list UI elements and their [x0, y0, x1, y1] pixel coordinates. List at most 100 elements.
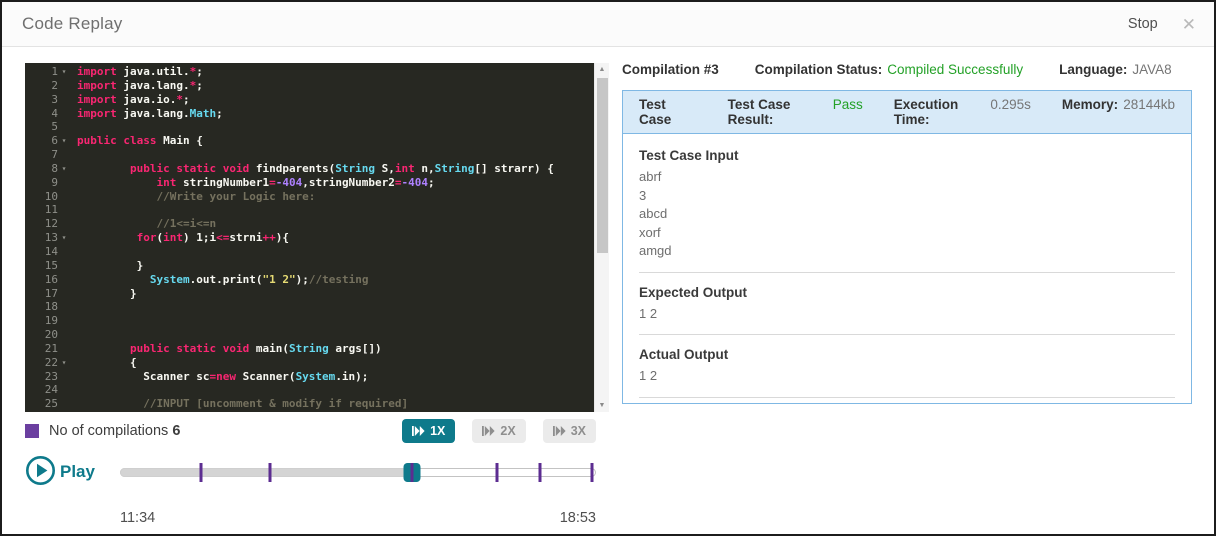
code-text: import java.util.*; — [77, 65, 203, 78]
line-number: 8 — [51, 161, 58, 175]
line-number: 2 — [51, 78, 58, 92]
code-text: //INPUT [uncomment & modify if required] — [143, 397, 409, 411]
line-number: 5 — [51, 120, 58, 134]
playback-speed-group: 1X 2X 3X — [402, 419, 596, 443]
code-line[interactable]: 8 ▾ public static void findparents(String… — [25, 162, 594, 176]
code-line[interactable]: 15 } — [25, 259, 594, 273]
start-time: 11:34 — [120, 510, 156, 526]
code-line[interactable]: 21 public static void main(String args[]… — [25, 342, 594, 356]
speed-label: 3X — [570, 424, 586, 438]
compilation-marker[interactable] — [495, 463, 499, 482]
editor-scrollbar[interactable]: ▲ ▼ — [594, 63, 609, 412]
fold-arrow-icon[interactable]: ▾ — [58, 65, 70, 79]
code-line[interactable]: 2 import java.lang.*; — [25, 79, 594, 93]
code-line[interactable]: 11 — [25, 203, 594, 217]
line-gutter: 19 — [25, 314, 70, 328]
divider — [639, 396, 1175, 398]
line-gutter: 23 — [25, 370, 70, 384]
test-case-result-label: Test Case Result: — [727, 97, 791, 127]
code-text: Scanner sc=new Scanner(System.in); — [77, 369, 369, 383]
compilation-marker[interactable] — [268, 463, 272, 482]
test-case-header: Test Case Test Case Result: Pass Executi… — [623, 91, 1191, 134]
code-line[interactable]: 1 ▾ import java.util.*; — [25, 65, 594, 79]
fold-arrow-icon[interactable]: ▾ — [58, 231, 70, 245]
code-line[interactable]: 9 int stringNumber1=-404,stringNumber2=-… — [25, 176, 594, 190]
code-line[interactable]: 12 //1<=i<=n — [25, 217, 594, 231]
line-gutter: 3 — [25, 93, 70, 107]
scrollbar-thumb[interactable] — [597, 78, 608, 253]
line-number: 10 — [44, 189, 58, 203]
divider — [639, 271, 1175, 273]
code-text: //Write your Logic here: — [156, 189, 316, 203]
line-number: 18 — [44, 300, 58, 314]
code-line[interactable]: 23 Scanner sc=new Scanner(System.in); — [25, 370, 594, 384]
line-gutter: 8 ▾ — [25, 162, 70, 176]
actual-output-value: 1 2 — [639, 368, 658, 383]
code-replay-window: Code Replay Stop ✕ 1 ▾ import java.util.*;… — [0, 0, 1216, 536]
end-time: 18:53 — [559, 510, 596, 526]
fast-forward-icon — [552, 426, 566, 436]
compilation-panel: Compilation #3 Compilation Status: Compi… — [622, 62, 1192, 404]
line-number: 20 — [44, 328, 58, 342]
code-line[interactable]: 10 //Write your Logic here: — [25, 190, 594, 204]
line-number: 24 — [44, 383, 58, 397]
line-gutter: 17 — [25, 287, 70, 301]
code-line[interactable]: 4 import java.lang.Math; — [25, 107, 594, 121]
fold-arrow-icon[interactable]: ▾ — [58, 134, 70, 148]
code-line[interactable]: 22 ▾ { — [25, 356, 594, 370]
line-number: 23 — [44, 369, 58, 383]
code-text: System.out.print("1 2");//testing — [149, 272, 369, 286]
code-text: } — [77, 258, 144, 272]
test-case-input-line: xorf — [639, 224, 661, 240]
scroll-up-icon[interactable]: ▲ — [595, 66, 609, 73]
close-icon[interactable]: ✕ — [1182, 16, 1196, 33]
compilation-title: Compilation #3 — [622, 62, 719, 77]
code-line[interactable]: 16 System.out.print("1 2");//testing — [25, 273, 594, 287]
line-gutter: 9 — [25, 176, 70, 190]
code-text: import java.lang.*; — [77, 78, 203, 92]
compilation-marker[interactable] — [199, 463, 203, 482]
code-text: } — [77, 286, 137, 300]
expected-output-title: Expected Output — [639, 284, 748, 300]
code-line[interactable]: 5 — [25, 120, 594, 134]
code-line[interactable]: 7 — [25, 148, 594, 162]
player-row: Play — [25, 455, 596, 489]
code-editor[interactable]: 1 ▾ import java.util.*; 2 import java.lang.*… — [25, 63, 594, 412]
compilation-marker[interactable] — [410, 463, 414, 482]
code-line[interactable]: 24 — [25, 383, 594, 397]
code-text: import java.io.*; — [77, 92, 190, 106]
code-line[interactable]: 25 //INPUT [uncomment & modify if requir… — [25, 397, 594, 411]
code-text: public static void main(String args[]) — [129, 341, 382, 355]
test-case-input-line: abcd — [639, 206, 668, 221]
code-line[interactable]: 18 — [25, 300, 594, 314]
code-line[interactable]: 14 — [25, 245, 594, 259]
test-case-input-title: Test Case Input — [639, 148, 739, 163]
compilation-marker[interactable] — [590, 463, 594, 482]
code-line[interactable]: 17 } — [25, 287, 594, 301]
code-line[interactable]: 20 — [25, 328, 594, 342]
line-gutter: 21 — [25, 342, 70, 356]
timeline-slider[interactable] — [120, 462, 596, 482]
line-number: 14 — [44, 244, 58, 258]
fold-arrow-icon[interactable]: ▾ — [58, 356, 70, 370]
speed-button-1x[interactable]: 1X — [402, 419, 456, 443]
line-gutter: 13 ▾ — [25, 231, 70, 245]
play-button[interactable]: Play — [25, 455, 95, 489]
code-line[interactable]: 3 import java.io.*; — [25, 93, 594, 107]
line-number: 11 — [44, 203, 58, 217]
scroll-down-icon[interactable]: ▼ — [595, 402, 609, 409]
speed-button-3x[interactable]: 3X — [542, 419, 596, 443]
stop-button[interactable]: Stop — [1128, 16, 1158, 32]
compilation-marker[interactable] — [538, 463, 542, 482]
line-number: 12 — [44, 217, 58, 231]
code-line[interactable]: 13 ▾ for(int) 1;i<=strni++){ — [25, 231, 594, 245]
speed-button-2x[interactable]: 2X — [472, 419, 526, 443]
line-gutter: 1 ▾ — [25, 65, 70, 79]
timeline-progress — [120, 468, 412, 477]
code-line[interactable]: 19 — [25, 314, 594, 328]
code-line[interactable]: 6 ▾ public class Main { — [25, 134, 594, 148]
fold-arrow-icon[interactable]: ▾ — [58, 162, 70, 176]
